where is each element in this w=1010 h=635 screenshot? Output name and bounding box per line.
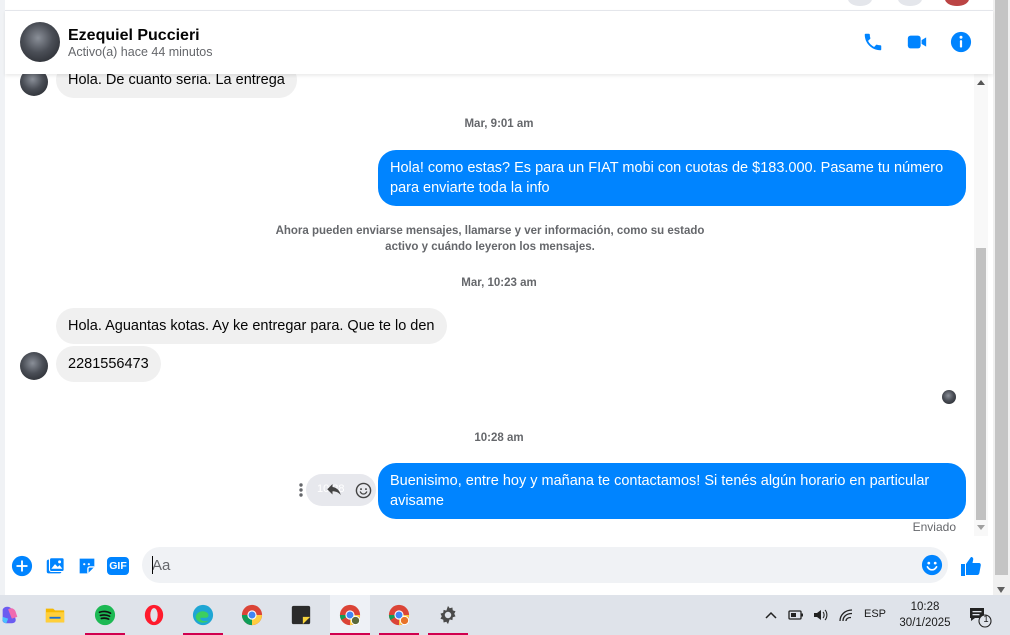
thumbs-up-icon[interactable] <box>959 554 983 578</box>
window-scroll-down-arrow[interactable] <box>997 587 1005 593</box>
message-input-wrapper[interactable] <box>142 547 948 583</box>
taskbar-settings[interactable] <box>428 595 468 635</box>
taskbar-spotify[interactable] <box>85 595 125 635</box>
spotify-icon <box>94 604 116 626</box>
outgoing-message[interactable]: Buenisimo, entre hoy y mañana te contact… <box>378 463 966 519</box>
top-strip <box>5 0 993 10</box>
read-receipt-avatar <box>942 390 956 404</box>
gear-icon <box>440 605 456 625</box>
taskbar-edge[interactable] <box>183 595 223 635</box>
contact-avatar-small[interactable] <box>20 74 48 96</box>
message-list: Hola. De cuanto seria. La entrega Mar, 9… <box>5 74 993 536</box>
message-hover-actions: 10:28 <box>298 474 378 506</box>
incoming-message[interactable]: Hola. De cuanto seria. La entrega <box>56 74 297 98</box>
sticker-icon[interactable] <box>76 555 98 577</box>
contact-name[interactable]: Ezequiel Puccieri <box>68 27 200 45</box>
timestamp: 10:28 am <box>474 432 524 444</box>
system-message-line-1: Ahora pueden enviarse mensajes, llamarse… <box>275 225 705 237</box>
timestamp: Mar, 10:23 am <box>461 277 537 289</box>
battery-icon[interactable] <box>788 608 804 622</box>
emoji-picker-icon[interactable] <box>921 554 943 576</box>
react-emoji-icon[interactable] <box>355 482 372 499</box>
window-scrollbar[interactable] <box>993 0 1010 595</box>
timestamp: Mar, 9:01 am <box>464 118 534 130</box>
messages-scrollbar[interactable] <box>974 74 988 536</box>
clock-date: 30/1/2025 <box>899 617 951 629</box>
contact-active-status: Activo(a) hace 44 minutos <box>68 45 213 59</box>
contact-avatar-small[interactable] <box>20 352 48 380</box>
taskbar-file-explorer[interactable] <box>35 595 75 635</box>
reply-icon[interactable] <box>325 481 343 499</box>
system-message-line-2: activo y cuándo leyeron los mensajes. <box>385 241 595 253</box>
message-input[interactable] <box>152 547 912 583</box>
chrome-icon <box>241 604 263 626</box>
clock-time: 10:28 <box>910 601 940 613</box>
folder-icon <box>45 608 65 623</box>
language-indicator[interactable]: ESP <box>864 608 886 635</box>
messenger-window: Ezequiel Puccieri Activo(a) hace 44 minu… <box>0 0 1010 635</box>
system-clock[interactable]: 10:28 30/1/2025 <box>893 599 957 631</box>
scroll-up-arrow[interactable] <box>977 80 985 85</box>
sticky-notes-icon <box>291 605 311 625</box>
message-composer: GIF <box>5 536 993 595</box>
chat-panel: Ezequiel Puccieri Activo(a) hace 44 minu… <box>5 0 993 595</box>
outgoing-message[interactable]: Hola! como estas? Es para un FIAT mobi c… <box>378 150 966 206</box>
system-message: Ahora pueden enviarse mensajes, llamarse… <box>275 223 705 255</box>
taskbar-copilot[interactable] <box>0 595 30 635</box>
text-caret <box>152 556 153 574</box>
windows-taskbar: ESP 10:28 30/1/2025 1 <box>0 595 1010 635</box>
top-hidden-button[interactable] <box>848 0 872 6</box>
taskbar-sticky-notes[interactable] <box>281 595 321 635</box>
taskbar-chrome[interactable] <box>232 595 272 635</box>
taskbar-chrome-profile-1[interactable] <box>330 595 370 635</box>
volume-icon[interactable] <box>812 608 828 622</box>
scroll-down-arrow[interactable] <box>977 525 985 530</box>
top-hidden-avatar[interactable] <box>945 0 969 6</box>
chrome-profile-icon <box>388 604 410 626</box>
photo-attach-icon[interactable] <box>44 555 66 577</box>
edge-icon <box>192 604 214 626</box>
video-call-icon[interactable] <box>906 31 928 53</box>
taskbar-chrome-profile-2[interactable] <box>379 595 419 635</box>
notification-count: 1 <box>983 614 989 625</box>
incoming-message[interactable]: Hola. Aguantas kotas. Ay ke entregar par… <box>56 308 447 344</box>
info-icon[interactable] <box>950 31 972 53</box>
copilot-icon <box>2 606 18 624</box>
sent-status: Enviado <box>912 520 956 534</box>
wifi-icon[interactable] <box>838 608 854 622</box>
opera-icon <box>144 604 164 626</box>
taskbar-opera[interactable] <box>134 595 174 635</box>
incoming-message[interactable]: 2281556473 <box>56 346 161 382</box>
top-hidden-button-2[interactable] <box>898 0 922 6</box>
contact-avatar[interactable] <box>20 22 60 62</box>
phone-call-icon[interactable] <box>862 31 884 53</box>
more-options-icon[interactable] <box>298 482 304 498</box>
scroll-thumb[interactable] <box>976 248 986 520</box>
window-scroll-thumb[interactable] <box>995 0 1008 575</box>
gif-button[interactable]: GIF <box>107 557 129 575</box>
chevron-up-icon[interactable] <box>765 609 777 621</box>
conversation-header: Ezequiel Puccieri Activo(a) hace 44 minu… <box>5 10 993 74</box>
add-plus-icon[interactable] <box>11 555 33 577</box>
chrome-profile-icon <box>339 604 361 626</box>
